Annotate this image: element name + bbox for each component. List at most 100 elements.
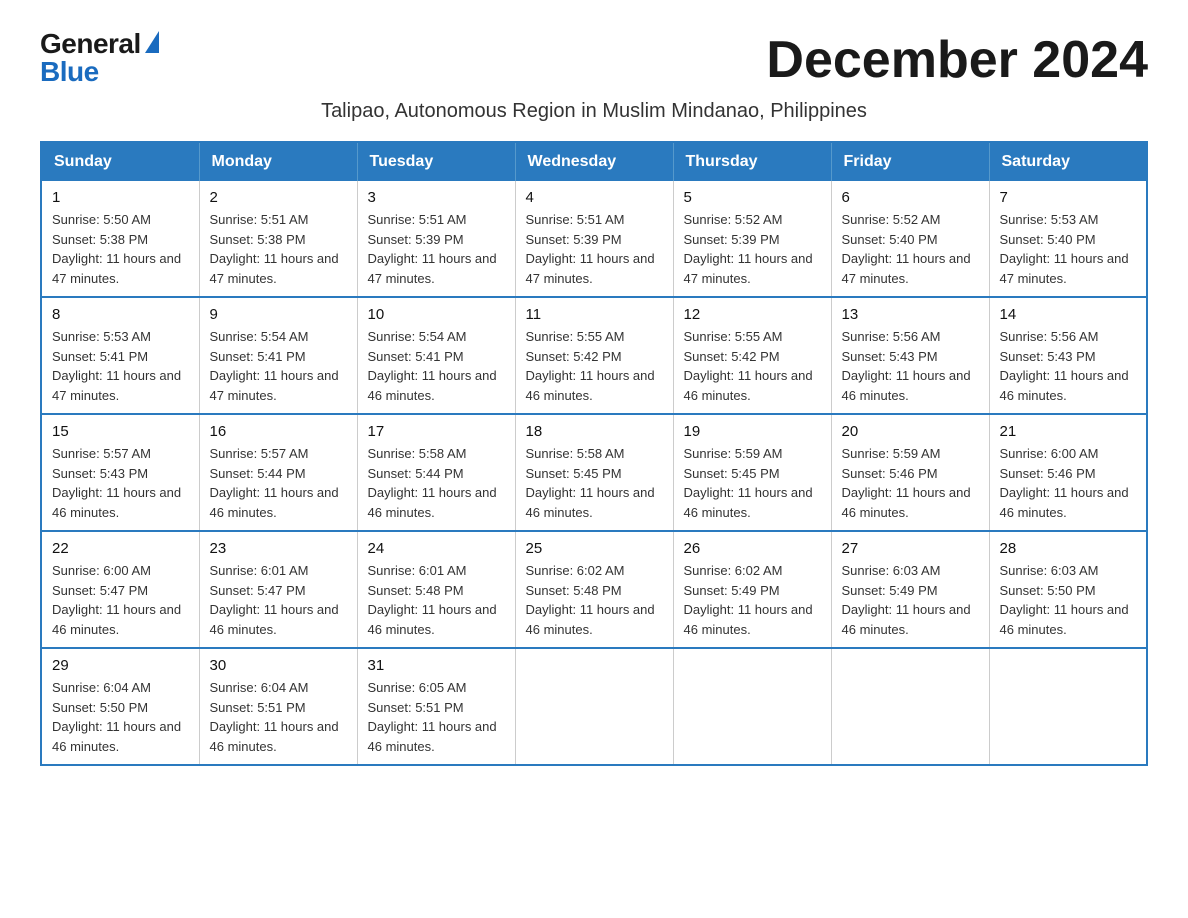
calendar-header-wednesday: Wednesday <box>515 142 673 181</box>
calendar-header-saturday: Saturday <box>989 142 1147 181</box>
day-info: Sunrise: 5:57 AMSunset: 5:44 PMDaylight:… <box>210 444 347 522</box>
day-info: Sunrise: 5:54 AMSunset: 5:41 PMDaylight:… <box>368 327 505 405</box>
day-number: 2 <box>210 189 347 206</box>
day-info: Sunrise: 6:03 AMSunset: 5:49 PMDaylight:… <box>842 561 979 639</box>
day-info: Sunrise: 6:04 AMSunset: 5:50 PMDaylight:… <box>52 678 189 756</box>
day-info: Sunrise: 5:51 AMSunset: 5:39 PMDaylight:… <box>368 210 505 288</box>
calendar-cell: 28 Sunrise: 6:03 AMSunset: 5:50 PMDaylig… <box>989 531 1147 648</box>
day-number: 25 <box>526 540 663 557</box>
day-number: 24 <box>368 540 505 557</box>
subtitle: Talipao, Autonomous Region in Muslim Min… <box>40 100 1148 123</box>
calendar-cell: 9 Sunrise: 5:54 AMSunset: 5:41 PMDayligh… <box>199 297 357 414</box>
day-number: 29 <box>52 657 189 674</box>
calendar-header-thursday: Thursday <box>673 142 831 181</box>
calendar-cell: 24 Sunrise: 6:01 AMSunset: 5:48 PMDaylig… <box>357 531 515 648</box>
calendar-week-row: 1 Sunrise: 5:50 AMSunset: 5:38 PMDayligh… <box>41 181 1147 297</box>
day-info: Sunrise: 5:51 AMSunset: 5:39 PMDaylight:… <box>526 210 663 288</box>
day-info: Sunrise: 6:03 AMSunset: 5:50 PMDaylight:… <box>1000 561 1137 639</box>
calendar-cell: 17 Sunrise: 5:58 AMSunset: 5:44 PMDaylig… <box>357 414 515 531</box>
day-number: 5 <box>684 189 821 206</box>
calendar-cell: 15 Sunrise: 5:57 AMSunset: 5:43 PMDaylig… <box>41 414 199 531</box>
day-number: 30 <box>210 657 347 674</box>
calendar-header-friday: Friday <box>831 142 989 181</box>
calendar-cell: 3 Sunrise: 5:51 AMSunset: 5:39 PMDayligh… <box>357 181 515 297</box>
day-info: Sunrise: 5:53 AMSunset: 5:41 PMDaylight:… <box>52 327 189 405</box>
calendar-cell: 27 Sunrise: 6:03 AMSunset: 5:49 PMDaylig… <box>831 531 989 648</box>
calendar-cell: 23 Sunrise: 6:01 AMSunset: 5:47 PMDaylig… <box>199 531 357 648</box>
calendar-cell: 21 Sunrise: 6:00 AMSunset: 5:46 PMDaylig… <box>989 414 1147 531</box>
day-info: Sunrise: 5:50 AMSunset: 5:38 PMDaylight:… <box>52 210 189 288</box>
day-info: Sunrise: 6:02 AMSunset: 5:49 PMDaylight:… <box>684 561 821 639</box>
day-info: Sunrise: 6:04 AMSunset: 5:51 PMDaylight:… <box>210 678 347 756</box>
day-number: 12 <box>684 306 821 323</box>
calendar-cell <box>989 648 1147 765</box>
calendar-cell: 29 Sunrise: 6:04 AMSunset: 5:50 PMDaylig… <box>41 648 199 765</box>
day-info: Sunrise: 5:56 AMSunset: 5:43 PMDaylight:… <box>842 327 979 405</box>
calendar-header-tuesday: Tuesday <box>357 142 515 181</box>
calendar-cell: 30 Sunrise: 6:04 AMSunset: 5:51 PMDaylig… <box>199 648 357 765</box>
day-number: 20 <box>842 423 979 440</box>
logo-blue-text: Blue <box>40 58 99 86</box>
header: General Blue December 2024 <box>40 30 1148 90</box>
calendar-cell: 5 Sunrise: 5:52 AMSunset: 5:39 PMDayligh… <box>673 181 831 297</box>
day-info: Sunrise: 6:01 AMSunset: 5:48 PMDaylight:… <box>368 561 505 639</box>
day-info: Sunrise: 6:00 AMSunset: 5:47 PMDaylight:… <box>52 561 189 639</box>
calendar-header-sunday: Sunday <box>41 142 199 181</box>
day-number: 15 <box>52 423 189 440</box>
day-number: 14 <box>1000 306 1137 323</box>
day-info: Sunrise: 5:52 AMSunset: 5:40 PMDaylight:… <box>842 210 979 288</box>
day-info: Sunrise: 5:55 AMSunset: 5:42 PMDaylight:… <box>684 327 821 405</box>
day-number: 17 <box>368 423 505 440</box>
day-number: 7 <box>1000 189 1137 206</box>
day-info: Sunrise: 6:05 AMSunset: 5:51 PMDaylight:… <box>368 678 505 756</box>
calendar-cell: 16 Sunrise: 5:57 AMSunset: 5:44 PMDaylig… <box>199 414 357 531</box>
calendar-cell: 8 Sunrise: 5:53 AMSunset: 5:41 PMDayligh… <box>41 297 199 414</box>
calendar-header-monday: Monday <box>199 142 357 181</box>
calendar-cell: 18 Sunrise: 5:58 AMSunset: 5:45 PMDaylig… <box>515 414 673 531</box>
calendar-cell: 6 Sunrise: 5:52 AMSunset: 5:40 PMDayligh… <box>831 181 989 297</box>
day-number: 8 <box>52 306 189 323</box>
calendar-cell: 1 Sunrise: 5:50 AMSunset: 5:38 PMDayligh… <box>41 181 199 297</box>
logo-triangle-icon <box>145 31 159 53</box>
calendar-week-row: 8 Sunrise: 5:53 AMSunset: 5:41 PMDayligh… <box>41 297 1147 414</box>
day-number: 6 <box>842 189 979 206</box>
calendar-cell: 22 Sunrise: 6:00 AMSunset: 5:47 PMDaylig… <box>41 531 199 648</box>
calendar-cell: 12 Sunrise: 5:55 AMSunset: 5:42 PMDaylig… <box>673 297 831 414</box>
day-info: Sunrise: 5:52 AMSunset: 5:39 PMDaylight:… <box>684 210 821 288</box>
calendar-cell: 13 Sunrise: 5:56 AMSunset: 5:43 PMDaylig… <box>831 297 989 414</box>
calendar-cell: 31 Sunrise: 6:05 AMSunset: 5:51 PMDaylig… <box>357 648 515 765</box>
day-number: 1 <box>52 189 189 206</box>
day-info: Sunrise: 5:51 AMSunset: 5:38 PMDaylight:… <box>210 210 347 288</box>
day-number: 21 <box>1000 423 1137 440</box>
day-number: 9 <box>210 306 347 323</box>
day-number: 19 <box>684 423 821 440</box>
day-info: Sunrise: 5:57 AMSunset: 5:43 PMDaylight:… <box>52 444 189 522</box>
day-number: 11 <box>526 306 663 323</box>
day-info: Sunrise: 6:01 AMSunset: 5:47 PMDaylight:… <box>210 561 347 639</box>
day-number: 16 <box>210 423 347 440</box>
calendar-table: SundayMondayTuesdayWednesdayThursdayFrid… <box>40 141 1148 766</box>
day-number: 10 <box>368 306 505 323</box>
calendar-week-row: 22 Sunrise: 6:00 AMSunset: 5:47 PMDaylig… <box>41 531 1147 648</box>
calendar-cell <box>515 648 673 765</box>
day-number: 26 <box>684 540 821 557</box>
calendar-cell: 10 Sunrise: 5:54 AMSunset: 5:41 PMDaylig… <box>357 297 515 414</box>
calendar-cell <box>673 648 831 765</box>
calendar-cell: 19 Sunrise: 5:59 AMSunset: 5:45 PMDaylig… <box>673 414 831 531</box>
day-number: 31 <box>368 657 505 674</box>
logo: General Blue <box>40 30 159 86</box>
calendar-cell: 26 Sunrise: 6:02 AMSunset: 5:49 PMDaylig… <box>673 531 831 648</box>
calendar-cell: 7 Sunrise: 5:53 AMSunset: 5:40 PMDayligh… <box>989 181 1147 297</box>
day-info: Sunrise: 5:54 AMSunset: 5:41 PMDaylight:… <box>210 327 347 405</box>
day-number: 27 <box>842 540 979 557</box>
day-info: Sunrise: 5:56 AMSunset: 5:43 PMDaylight:… <box>1000 327 1137 405</box>
calendar-cell <box>831 648 989 765</box>
day-info: Sunrise: 5:59 AMSunset: 5:46 PMDaylight:… <box>842 444 979 522</box>
calendar-cell: 4 Sunrise: 5:51 AMSunset: 5:39 PMDayligh… <box>515 181 673 297</box>
day-number: 22 <box>52 540 189 557</box>
calendar-cell: 14 Sunrise: 5:56 AMSunset: 5:43 PMDaylig… <box>989 297 1147 414</box>
day-info: Sunrise: 5:58 AMSunset: 5:44 PMDaylight:… <box>368 444 505 522</box>
page-title: December 2024 <box>766 30 1148 90</box>
calendar-cell: 11 Sunrise: 5:55 AMSunset: 5:42 PMDaylig… <box>515 297 673 414</box>
day-number: 3 <box>368 189 505 206</box>
